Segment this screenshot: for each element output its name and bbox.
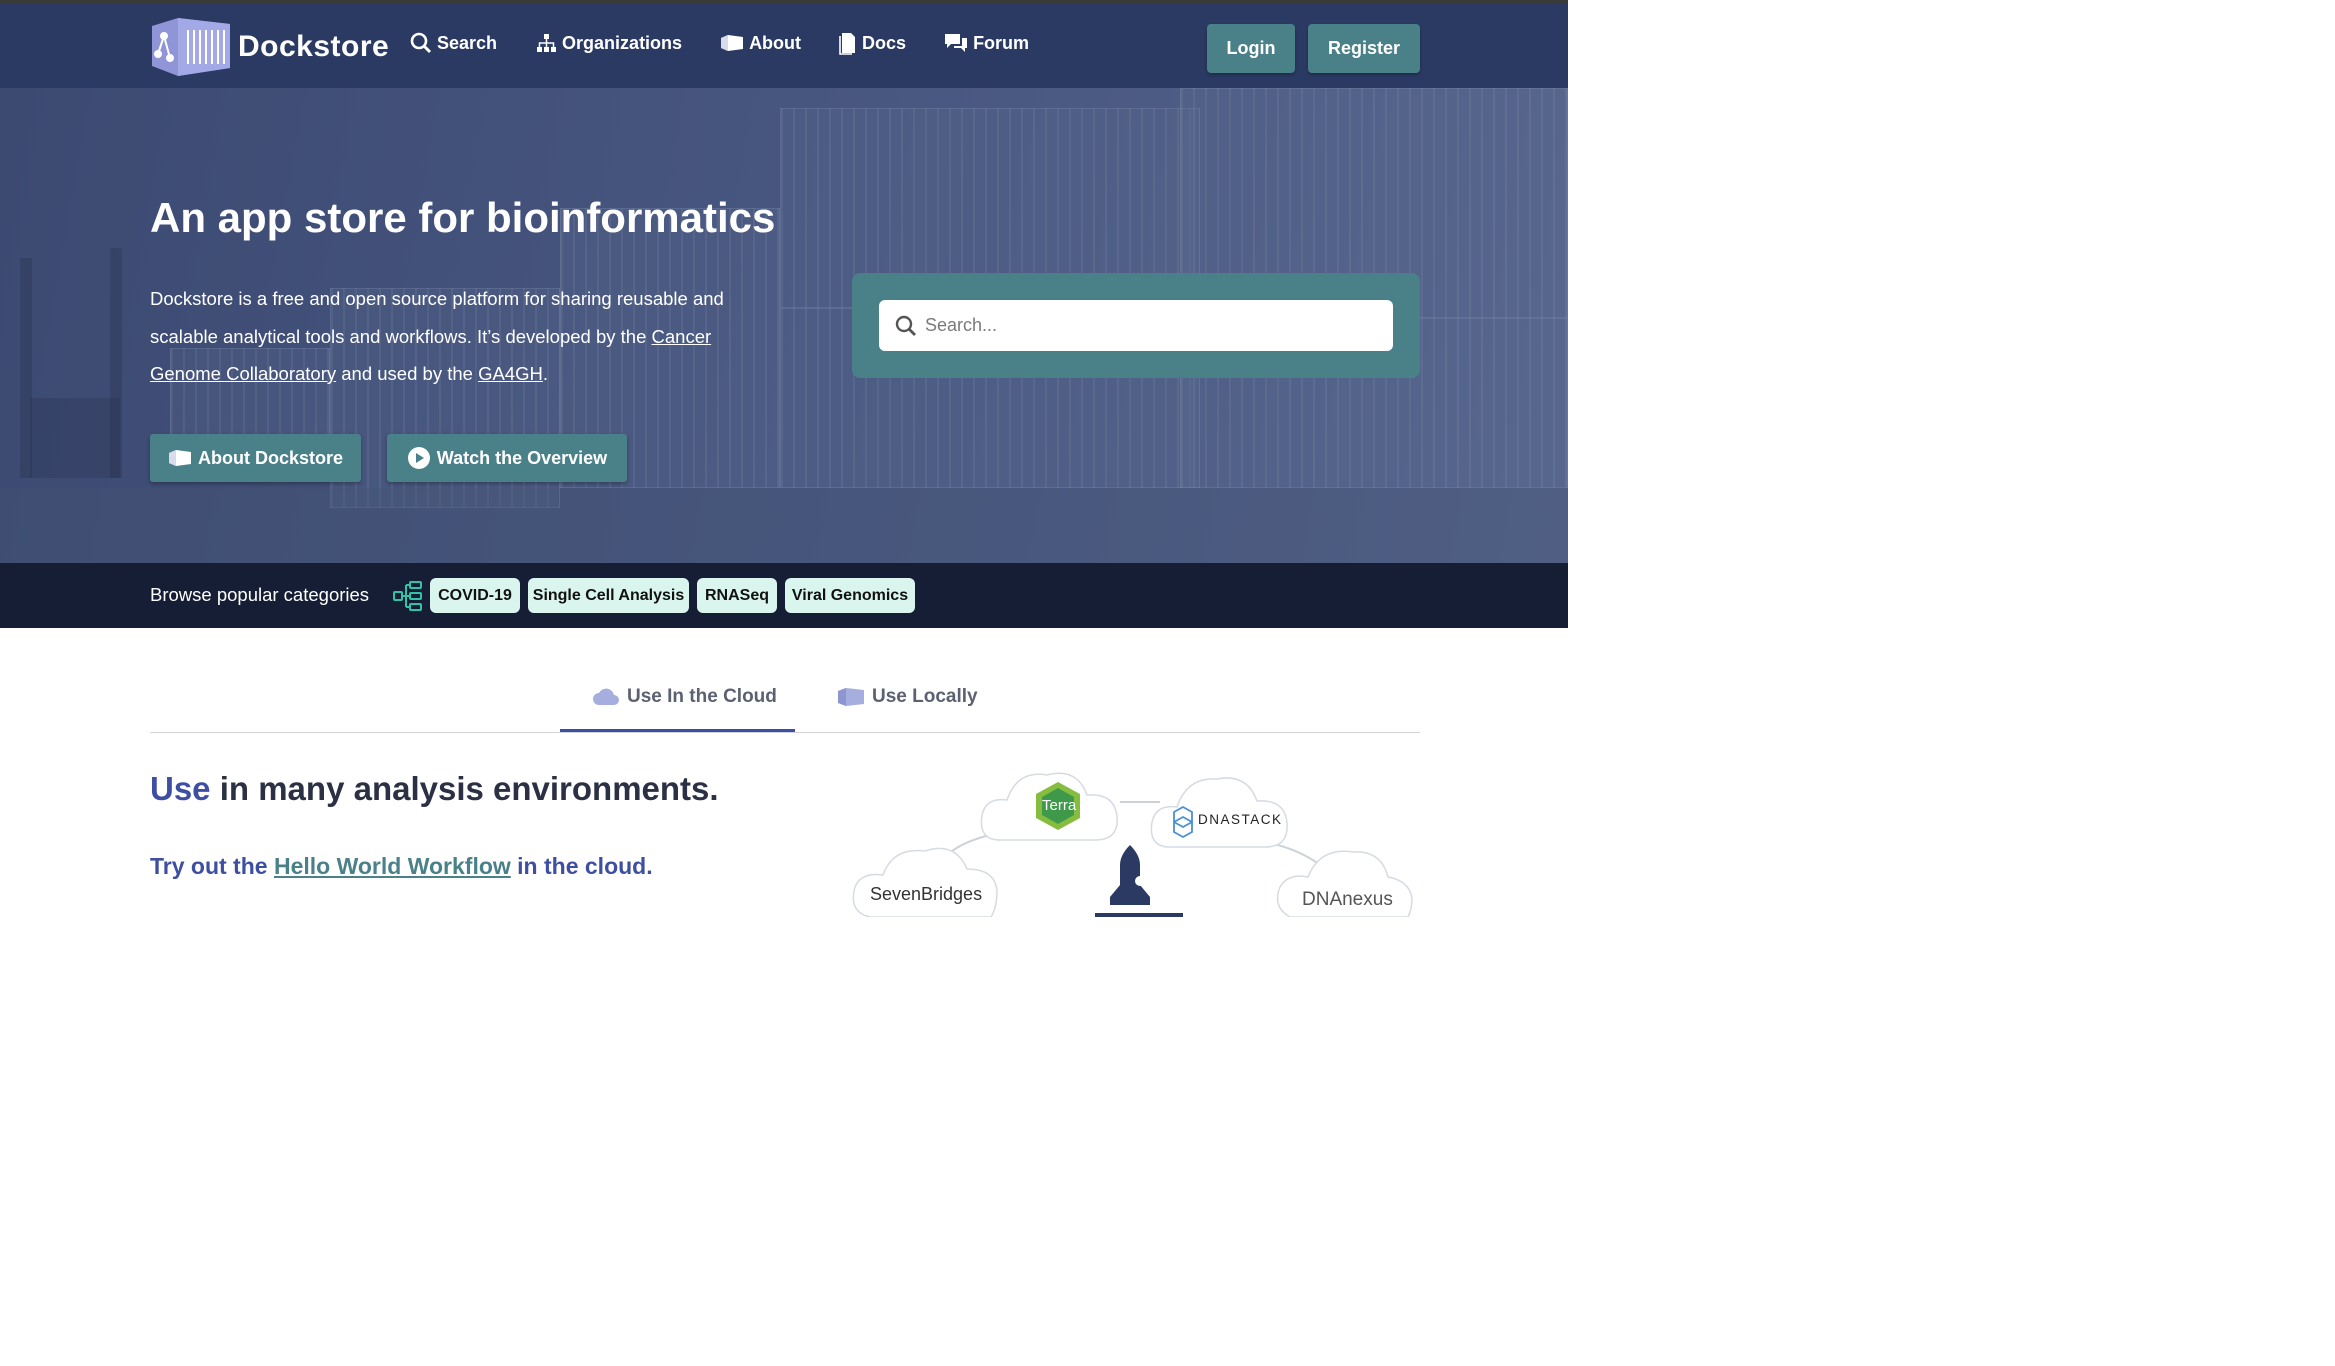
tab-use-locally[interactable]: Use Locally: [837, 686, 978, 708]
hero-title: An app store for bioinformatics: [150, 194, 776, 241]
try-suffix: in the cloud.: [510, 853, 653, 879]
tab-use-in-cloud-label: Use In the Cloud: [627, 686, 777, 707]
category-chip-viral-genomics[interactable]: Viral Genomics: [785, 578, 915, 613]
watch-overview-button[interactable]: Watch the Overview: [387, 434, 627, 482]
about-dockstore-label: About Dockstore: [197, 447, 343, 468]
organizations-icon: [537, 34, 557, 52]
use-heading-rest: in many analysis environments.: [210, 770, 719, 807]
nav-about-label: About: [749, 32, 802, 53]
category-chip-covid[interactable]: COVID-19: [430, 578, 520, 613]
docs-icon: [839, 33, 856, 55]
nav-search[interactable]: Search: [410, 32, 497, 54]
category-chip-rnaseq[interactable]: RNASeq: [697, 578, 777, 613]
register-button[interactable]: Register: [1308, 24, 1420, 73]
hero-desc-text-3: .: [542, 363, 548, 384]
watch-overview-label: Watch the Overview: [436, 447, 608, 468]
about-dockstore-button[interactable]: About Dockstore: [150, 434, 361, 482]
try-prefix: Try out the: [150, 853, 274, 879]
try-hello-world: Try out the Hello World Workflow in the …: [150, 853, 653, 880]
nav-about[interactable]: About: [720, 33, 801, 54]
hero-search-box[interactable]: [879, 300, 1393, 351]
hero-search-input[interactable]: [925, 315, 1365, 336]
tab-use-in-cloud[interactable]: Use In the Cloud: [592, 686, 777, 708]
popular-categories-bar: Browse popular categories COVID-19 Singl…: [0, 563, 1568, 628]
logo-text: Dockstore: [238, 30, 390, 63]
tab-use-locally-label: Use Locally: [872, 686, 978, 707]
dnanexus-label: DNAnexus: [1302, 889, 1393, 910]
use-heading-highlight: Use: [150, 770, 211, 807]
dockstore-logo[interactable]: Dockstore: [150, 18, 389, 76]
forum-icon: [945, 34, 968, 52]
about-box-icon: [168, 450, 191, 466]
active-tab-indicator: [560, 729, 795, 732]
main-nav: Search Organizations About Docs Forum: [410, 31, 1067, 55]
hero-description: Dockstore is a free and open source plat…: [150, 280, 760, 393]
hello-world-workflow-link[interactable]: Hello World Workflow: [274, 853, 511, 879]
category-chip-single-cell[interactable]: Single Cell Analysis: [528, 578, 689, 613]
ga4gh-link[interactable]: GA4GH: [478, 363, 543, 384]
login-button[interactable]: Login: [1207, 24, 1295, 73]
hero-search-panel: [852, 273, 1420, 378]
top-navbar: Dockstore Search Organizations About Doc…: [0, 0, 1568, 88]
nav-docs-label: Docs: [862, 32, 907, 53]
nav-forum-label: Forum: [973, 32, 1030, 53]
search-icon: [410, 32, 432, 54]
nav-search-label: Search: [437, 32, 498, 53]
nav-organizations[interactable]: Organizations: [535, 32, 682, 54]
hero-section: An app store for bioinformatics Dockstor…: [0, 88, 1568, 563]
category-workflow-icon: [393, 581, 422, 611]
hero-desc-text-2: and used by the: [336, 363, 479, 384]
tabs-divider: [150, 732, 1420, 733]
container-box-icon: [838, 688, 864, 706]
use-heading: Use in many analysis environments.: [150, 770, 719, 808]
nav-organizations-label: Organizations: [562, 32, 683, 53]
terra-label: Terra: [1042, 797, 1077, 814]
search-icon: [895, 315, 916, 336]
cloud-icon: [593, 688, 619, 705]
dockstore-container-icon: [152, 18, 230, 76]
sevenbridges-label: SevenBridges: [870, 884, 983, 904]
categories-label: Browse popular categories: [150, 584, 370, 605]
dnastack-label: DNASTACK: [1198, 812, 1283, 827]
nav-docs[interactable]: Docs: [839, 31, 906, 55]
hero-desc-text-1: Dockstore is a free and open source plat…: [150, 288, 724, 347]
nav-forum[interactable]: Forum: [944, 32, 1029, 54]
play-circle-icon: [407, 447, 430, 469]
about-box-icon: [721, 35, 744, 51]
